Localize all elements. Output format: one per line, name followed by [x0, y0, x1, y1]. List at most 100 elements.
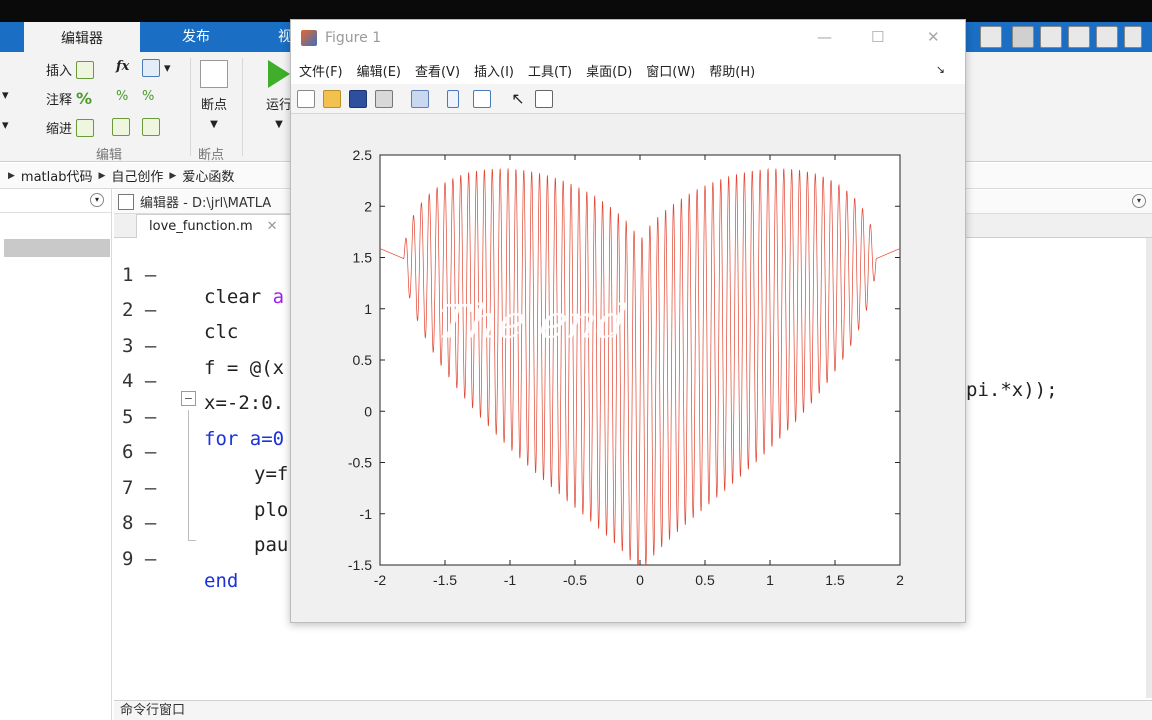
indent-button[interactable]: 缩进 — [46, 118, 95, 137]
y-tick-label: 2.5 — [353, 147, 373, 163]
run-button[interactable]: 运行 ▼ — [266, 60, 292, 130]
chevron-down-icon: ▼ — [275, 119, 283, 130]
ribbon-dropdown-2[interactable]: ▾ — [2, 118, 9, 133]
menu-tools[interactable]: 工具(T) — [528, 61, 572, 80]
paste-icon[interactable] — [1068, 26, 1090, 48]
run-icon — [268, 60, 290, 88]
function-icon — [142, 59, 160, 77]
y-tick-label: 2 — [364, 198, 372, 214]
y-tick-label: -1.5 — [348, 557, 372, 573]
pointer-icon[interactable]: ↖ — [509, 90, 527, 108]
menu-view[interactable]: 查看(V) — [415, 61, 460, 80]
undo-icon[interactable] — [1096, 26, 1118, 48]
code-fold-toggle[interactable]: − — [181, 391, 196, 406]
cut-icon[interactable] — [1012, 26, 1034, 48]
tab-love-function[interactable]: love_function.m ✕ — [136, 214, 291, 238]
editor-title: 编辑器 - D:\jrl\MATLA — [140, 196, 272, 211]
figure-menu-bar: 文件(F) 编辑(E) 查看(V) 插入(I) 工具(T) 桌面(D) 窗口(W… — [291, 56, 965, 84]
menu-file[interactable]: 文件(F) — [299, 61, 343, 80]
copy-icon[interactable] — [1040, 26, 1062, 48]
decrease-indent-button[interactable] — [142, 118, 160, 136]
panel-header: ▾ — [0, 189, 111, 213]
editor-icon — [118, 193, 134, 210]
x-tick-label: 0.5 — [695, 572, 715, 588]
close-icon[interactable]: ✕ — [267, 219, 278, 234]
chevron-right-icon: ▶ — [169, 170, 177, 181]
section-label-breakpoint: 断点 — [198, 148, 225, 163]
print-icon[interactable] — [375, 90, 393, 108]
editor-menu-icon[interactable]: ▾ — [1132, 194, 1146, 208]
fx-button[interactable]: fx — [116, 59, 129, 74]
y-tick-label: 0.5 — [353, 352, 373, 368]
property-editor-icon[interactable] — [535, 90, 553, 108]
editor-scrollbar[interactable] — [1146, 238, 1152, 698]
x-tick-label: 1 — [766, 572, 774, 588]
comment-button[interactable]: 注释 % — [46, 89, 92, 108]
selected-file-row[interactable] — [4, 239, 110, 257]
uncomment-button[interactable]: % — [116, 89, 128, 104]
heart-plot[interactable]: -2 -1.5 -1 -0.5 0 0.5 1 1.5 2-1.5-1-0.500.511.52… — [291, 115, 965, 622]
menu-help[interactable]: 帮助(H) — [709, 61, 755, 80]
ribbon-dropdown-1[interactable]: ▾ — [2, 88, 9, 103]
wrap-comment-icon: % — [142, 89, 155, 104]
wrap-comment-button[interactable]: % — [142, 89, 154, 104]
code-fold-end — [188, 540, 196, 541]
uncomment-icon: % — [116, 89, 129, 104]
matlab-logo-icon — [301, 30, 317, 46]
y-tick-label: -0.5 — [348, 455, 372, 471]
figure-canvas[interactable]: -2 -1.5 -1 -0.5 0 0.5 1 1.5 2 -1.5 -1 -0.5 0 0.5 1 1.5 2… — [291, 115, 965, 622]
matlab-desktop: 编辑器 发布 视 ▾ ▾ 插入 fx ▾ 注释 % % % 缩进 断点 ▼ 运行… — [0, 0, 1152, 720]
menu-edit[interactable]: 编辑(E) — [357, 61, 401, 80]
figure-title-bar[interactable]: Figure 1 — ☐ ✕ — [291, 20, 965, 56]
breadcrumb-item[interactable]: matlab代码 — [21, 166, 93, 185]
smart-indent-icon — [76, 118, 95, 137]
function-dropdown[interactable]: ▾ — [142, 59, 171, 77]
figure-title: Figure 1 — [325, 30, 382, 46]
x-tick-label: -0.5 — [563, 572, 587, 588]
new-figure-icon[interactable] — [297, 90, 315, 108]
legend-icon[interactable] — [473, 90, 491, 108]
dock-arrow-icon[interactable]: ↘ — [936, 63, 945, 76]
x-tick-label: 2 — [896, 572, 904, 588]
x-tick-label: -1 — [504, 572, 517, 588]
increase-indent-button[interactable] — [112, 118, 130, 136]
colorbar-icon[interactable] — [447, 90, 459, 108]
panel-menu-icon[interactable]: ▾ — [90, 193, 104, 207]
close-icon[interactable]: ✕ — [927, 28, 940, 46]
chevron-right-icon: ▶ — [98, 170, 106, 181]
menu-window[interactable]: 窗口(W) — [646, 61, 695, 80]
code-fold-guide — [188, 410, 189, 540]
breakpoint-button[interactable]: 断点 ▼ — [200, 60, 228, 130]
x-tick-label: 1.5 — [825, 572, 845, 588]
minimize-icon[interactable]: — — [817, 28, 832, 46]
redo-icon[interactable] — [1124, 26, 1142, 48]
breakpoint-icon — [200, 60, 228, 88]
y-tick-label: 1 — [364, 301, 372, 317]
maximize-icon[interactable]: ☐ — [871, 28, 884, 46]
insert-button[interactable]: 插入 — [46, 60, 95, 79]
link-icon[interactable] — [411, 90, 429, 108]
x-tick-label: -1.5 — [433, 572, 457, 588]
menu-insert[interactable]: 插入(I) — [474, 61, 514, 80]
menu-desktop[interactable]: 桌面(D) — [586, 61, 632, 80]
chevron-right-icon: ▶ — [8, 170, 15, 181]
open-icon[interactable] — [323, 90, 341, 108]
figure-window: Figure 1 — ☐ ✕ 文件(F) 编辑(E) 查看(V) 插入(I) 工… — [290, 19, 966, 623]
breadcrumb-item[interactable]: 爱心函数 — [182, 166, 234, 185]
line-number: 9 — — [122, 548, 157, 570]
save-icon[interactable] — [349, 90, 367, 108]
comment-label: 注释 — [46, 93, 73, 108]
x-tick-label: 0 — [636, 572, 644, 588]
chevron-down-icon: ▼ — [210, 119, 218, 130]
figure-toolbar: ↖ — [291, 84, 965, 114]
indent-label: 缩进 — [46, 122, 73, 137]
save-quick-icon[interactable] — [980, 26, 1002, 48]
tab-editor[interactable]: 编辑器 — [24, 22, 140, 52]
quick-access-toolbar — [968, 22, 1152, 52]
command-window-header[interactable]: 命令行窗口 — [114, 700, 1152, 720]
chart-annotation: The end — [434, 295, 630, 349]
breadcrumb-item[interactable]: 自己创作 — [111, 166, 163, 185]
tab-publish[interactable]: 发布 — [146, 22, 246, 52]
ribbon-divider — [190, 58, 191, 156]
code-text: end — [204, 570, 239, 592]
